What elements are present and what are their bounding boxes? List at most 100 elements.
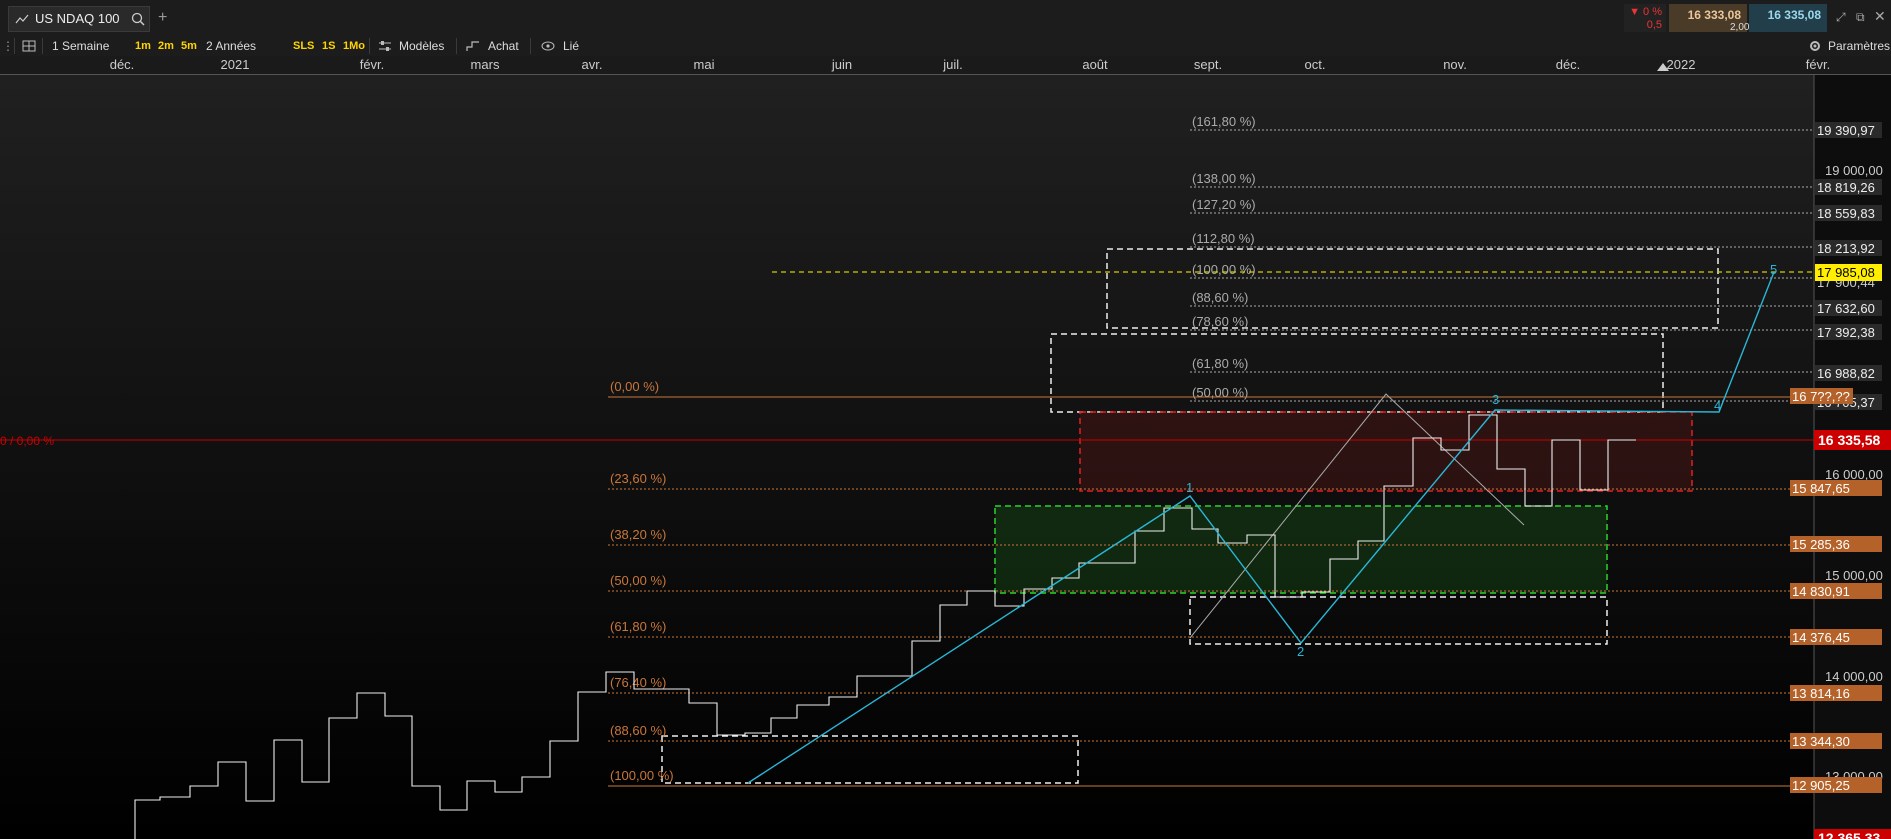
wave-label-4: 4 — [1714, 398, 1721, 413]
window-tab[interactable]: US NDAQ 100 — [8, 6, 150, 32]
sliders-icon — [379, 41, 391, 51]
green-zone-box[interactable] — [994, 505, 1608, 594]
time-tick: déc. — [109, 57, 135, 72]
price-label: 18 213,92 — [1817, 241, 1875, 256]
close-icon[interactable]: ✕ — [1874, 8, 1886, 25]
wave-label-1: 1 — [1186, 480, 1193, 495]
price-label: 18 559,83 — [1817, 206, 1875, 221]
change-abs: 0,5 — [1646, 19, 1662, 31]
quick-2m-button[interactable]: 2m — [158, 36, 174, 56]
scroll-handle-icon[interactable] — [1657, 63, 1669, 71]
time-tick: août — [1082, 57, 1108, 72]
fib-extension-labels: (161,80 %) (138,00 %) (127,20 %) (112,80… — [1192, 114, 1256, 400]
time-tick: déc. — [1555, 57, 1581, 72]
wave-label-2: 2 — [1297, 644, 1304, 659]
fib-ext-label: (78,60 %) — [1192, 314, 1248, 329]
time-tick: juil. — [943, 57, 963, 72]
1mo-button[interactable]: 1Mo — [343, 36, 365, 56]
price-label: 19 390,97 — [1817, 123, 1875, 138]
fib-ret-label: (23,60 %) — [610, 471, 666, 486]
add-tab-icon[interactable]: + — [158, 9, 167, 27]
gear-icon — [1810, 41, 1820, 51]
1s-button[interactable]: 1S — [322, 36, 335, 56]
line-chart-icon — [15, 14, 29, 24]
fib-ret-label: (38,20 %) — [610, 527, 666, 542]
price-tag: 13 344,30 — [1792, 734, 1850, 749]
price-tag: 15 847,65 — [1792, 481, 1850, 496]
time-tick: févr. — [359, 57, 385, 72]
popout-icon[interactable]: ⧉ — [1856, 10, 1865, 25]
red-zone-box[interactable] — [1079, 411, 1693, 492]
ask-button[interactable]: 16 335,08 — [1749, 4, 1827, 32]
price-label: 17 632,60 — [1817, 301, 1875, 316]
price-label: 16 988,82 — [1817, 366, 1875, 381]
price-tag: 12 905,25 — [1792, 778, 1850, 793]
settings-button[interactable]: Paramètres — [1828, 36, 1890, 56]
price-label: 15 000,00 — [1825, 568, 1883, 583]
time-tick: sept. — [1193, 57, 1223, 72]
wave-label-5: 5 — [1770, 262, 1777, 277]
price-tag: 13 814,16 — [1792, 686, 1850, 701]
current-price-label: 16 335,58 — [1818, 432, 1880, 448]
price-tag: 16 7??,?? — [1792, 389, 1850, 404]
layout-icon[interactable] — [22, 40, 36, 52]
bid-price: 16 333,08 — [1687, 8, 1741, 22]
linked-button[interactable]: Lié — [563, 36, 579, 56]
time-tick: 2022 — [1666, 57, 1696, 72]
fib-ret-label: (50,00 %) — [610, 573, 666, 588]
window-header: US NDAQ 100 + ▼ 0 % 0,5 16 333,08 16 335… — [0, 0, 1891, 37]
spread-value: 2,00 — [1730, 22, 1750, 33]
price-tag: 14 376,45 — [1792, 630, 1850, 645]
sls-button[interactable]: SLS — [293, 36, 314, 56]
step-chart-icon — [466, 41, 479, 51]
quick-5m-button[interactable]: 5m — [181, 36, 197, 56]
price-label: 18 819,26 — [1817, 180, 1875, 195]
menu-icon[interactable]: ⋮ — [2, 36, 14, 56]
fib-ext-label: (138,00 %) — [1192, 171, 1256, 186]
fib-ext-label: (161,80 %) — [1192, 114, 1256, 129]
quick-1m-button[interactable]: 1m — [135, 36, 151, 56]
fib-ext-label: (50,00 %) — [1192, 385, 1248, 400]
fib-ext-label: (88,60 %) — [1192, 290, 1248, 305]
time-tick: févr. — [1805, 57, 1831, 72]
quote-change: ▼ 0 % 0,5 — [1624, 4, 1666, 32]
link-icon — [541, 41, 555, 51]
chart-toolbar: ⋮ 1 Semaine 1m 2m 5m 2 Années SLS 1S 1Mo… — [0, 36, 1891, 57]
fib-ext-label: (61,80 %) — [1192, 356, 1248, 371]
bottom-price-label: 12 365,33 — [1818, 830, 1880, 839]
period-select[interactable]: 1 Semaine — [52, 36, 109, 56]
fib-ext-label: (127,20 %) — [1192, 197, 1256, 212]
chart-area[interactable]: (161,80 %) (138,00 %) (127,20 %) (112,80… — [0, 75, 1891, 839]
range-select[interactable]: 2 Années — [206, 36, 256, 56]
time-tick: 2021 — [220, 57, 250, 72]
purchase-button[interactable]: Achat — [488, 36, 519, 56]
wave-label-3: 3 — [1492, 392, 1499, 407]
fib-extension-lines — [1190, 129, 1814, 402]
fib-ret-label: (76,40 %) — [610, 675, 666, 690]
time-tick: avr. — [581, 57, 603, 72]
base-zone-box[interactable] — [661, 735, 1079, 784]
target-price-label: 17 985,08 — [1817, 265, 1875, 280]
fib-ret-label: (0,00 %) — [610, 379, 659, 394]
fib-ext-label: (100,00 %) — [1192, 262, 1256, 277]
search-icon[interactable] — [131, 12, 145, 26]
ask-price: 16 335,08 — [1767, 8, 1821, 22]
time-tick: juin — [831, 57, 853, 72]
expand-icon[interactable]: ⤢ — [1836, 10, 1846, 25]
time-tick: mai — [693, 57, 715, 72]
time-tick: oct. — [1304, 57, 1326, 72]
price-label: 19 000,00 — [1825, 163, 1883, 178]
instrument-name: US NDAQ 100 — [35, 11, 120, 26]
price-tag: 14 830,91 — [1792, 584, 1850, 599]
time-tick: nov. — [1443, 57, 1467, 72]
price-label: 17 392,38 — [1817, 325, 1875, 340]
change-pct: ▼ 0 % — [1629, 6, 1662, 18]
price-label: 14 000,00 — [1825, 669, 1883, 684]
time-tick: mars — [470, 57, 500, 72]
fib-ext-label: (112,80 %) — [1192, 231, 1255, 246]
models-button[interactable]: Modèles — [399, 36, 444, 56]
fib-ret-label: (61,80 %) — [610, 619, 666, 634]
fib-ret-label: (88,60 %) — [610, 723, 666, 738]
time-axis: déc. 2021 févr. mars avr. mai juin juil.… — [0, 56, 1891, 75]
upper-zone-box[interactable] — [1050, 333, 1664, 413]
